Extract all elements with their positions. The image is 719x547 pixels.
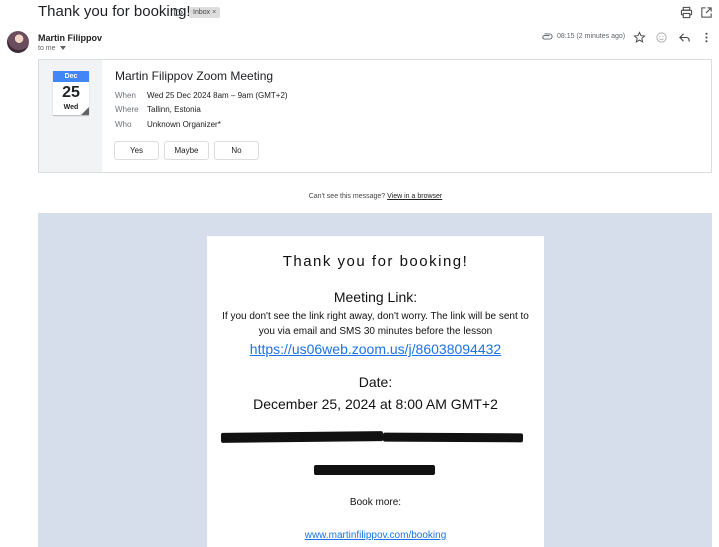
- message-timestamp: 08:15 (2 minutes ago): [557, 33, 626, 40]
- date-heading: Date:: [358, 374, 393, 390]
- email-content-panel: Thank you for booking! Meeting Link: If …: [207, 236, 544, 547]
- who-value: Unknown Organizer*: [147, 120, 221, 129]
- more-options-icon[interactable]: [700, 31, 713, 44]
- where-label: Where: [115, 105, 139, 114]
- open-in-new-window-icon[interactable]: [700, 6, 713, 19]
- recipient-text: to me: [38, 45, 56, 52]
- redaction-bar: [220, 431, 384, 443]
- rsvp-no-button[interactable]: No: [214, 141, 259, 160]
- chevron-down-icon[interactable]: [59, 46, 66, 51]
- when-value: Wed 25 Dec 2024 8am – 9am (GMT+2): [147, 91, 288, 100]
- date-value: December 25, 2024 at 8:00 AM GMT+2: [253, 396, 498, 412]
- email-subject: Thank you for booking!: [38, 3, 191, 20]
- meeting-link-heading: Meeting Link:: [333, 289, 418, 305]
- rsvp-yes-button[interactable]: Yes: [114, 141, 159, 160]
- meeting-link-info: If you don't see the link right away, do…: [222, 311, 529, 337]
- zoom-meeting-link[interactable]: https://us06web.zoom.us/j/86038094432: [207, 341, 544, 357]
- invite-date-panel: Dec 25 Wed: [39, 60, 102, 172]
- print-icon[interactable]: [680, 6, 693, 19]
- who-label: Who: [115, 120, 132, 129]
- calendar-day: 25: [62, 84, 80, 101]
- email-heading: Thank you for booking!: [282, 253, 469, 270]
- book-more-label: Book more:: [349, 497, 402, 508]
- remove-label-icon[interactable]: ×: [212, 9, 216, 16]
- booking-page-link[interactable]: www.martinfilippov.com/booking: [207, 530, 544, 541]
- attachment-icon[interactable]: [541, 32, 553, 41]
- inbox-label-chip[interactable]: Inbox ×: [189, 7, 221, 18]
- emoji-reaction-icon[interactable]: [655, 31, 668, 44]
- sender-name[interactable]: Martin Filippov: [38, 33, 102, 43]
- redaction-bar: [382, 432, 524, 443]
- rsvp-maybe-button[interactable]: Maybe: [164, 141, 209, 160]
- view-in-browser-link[interactable]: View in a browser: [387, 193, 442, 200]
- calendar-month: Dec: [53, 71, 89, 82]
- calendar-invite-card: Dec 25 Wed Martin Filippov Zoom Meeting …: [38, 59, 712, 173]
- redaction-bar: [314, 465, 435, 475]
- where-value: Tallinn, Estonia: [147, 105, 201, 114]
- inbox-label-text: Inbox: [193, 9, 211, 16]
- reply-icon[interactable]: [678, 31, 691, 44]
- calendar-page-fold: [81, 107, 89, 115]
- view-in-browser-line: Can't see this message? View in a browse…: [0, 193, 719, 200]
- subject-bar: Thank you for booking! Inbox ×: [0, 0, 719, 26]
- when-label: When: [115, 91, 136, 100]
- star-icon[interactable]: [633, 31, 646, 44]
- calendar-icon: Dec 25 Wed: [53, 71, 89, 115]
- cant-see-text: Can't see this message?: [308, 193, 386, 200]
- label-icon[interactable]: [173, 7, 184, 18]
- event-title[interactable]: Martin Filippov Zoom Meeting: [115, 69, 273, 83]
- sender-avatar[interactable]: [7, 31, 29, 53]
- recipient-details-toggle[interactable]: to me: [38, 45, 66, 52]
